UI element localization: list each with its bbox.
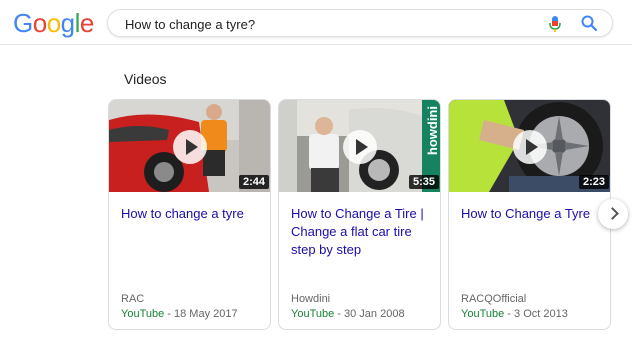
videos-section-title: Videos xyxy=(124,71,167,87)
search-icon[interactable] xyxy=(580,14,598,32)
video-channel: RAC xyxy=(121,293,145,305)
chevron-right-icon[interactable] xyxy=(598,199,628,229)
video-meta: YouTube - 3 Oct 2013 xyxy=(461,308,568,320)
play-icon[interactable] xyxy=(173,130,207,164)
video-meta: YouTube - 30 Jan 2008 xyxy=(291,308,405,320)
logo-letter: o xyxy=(46,8,61,38)
video-title-link[interactable]: How to Change a Tire | Change a flat car… xyxy=(291,205,433,259)
watermark-text: howdini xyxy=(425,106,440,156)
search-box xyxy=(107,9,613,37)
logo-letter: o xyxy=(32,8,47,38)
video-duration: 5:35 xyxy=(408,175,439,189)
video-source: YouTube xyxy=(291,308,335,320)
video-card[interactable]: 2:23 How to Change a Tyre RACQOfficial Y… xyxy=(448,99,611,330)
video-title-link[interactable]: How to Change a Tyre xyxy=(461,205,603,223)
video-date: 30 Jan 2008 xyxy=(344,308,405,320)
video-duration: 2:44 xyxy=(238,175,269,189)
video-date: 18 May 2017 xyxy=(174,308,238,320)
logo-letter: e xyxy=(79,8,94,38)
video-thumbnail[interactable]: 2:44 xyxy=(109,100,270,192)
mic-icon[interactable] xyxy=(548,15,562,33)
video-source: YouTube xyxy=(461,308,505,320)
play-icon[interactable] xyxy=(343,130,377,164)
logo-letter: g xyxy=(60,8,75,38)
video-card[interactable]: 2:44 How to change a tyre RAC YouTube - … xyxy=(108,99,271,330)
video-title-link[interactable]: How to change a tyre xyxy=(121,205,263,223)
logo-letter: G xyxy=(13,8,33,38)
video-source: YouTube xyxy=(121,308,165,320)
video-channel: Howdini xyxy=(291,293,331,305)
play-icon[interactable] xyxy=(513,130,547,164)
video-duration: 2:23 xyxy=(578,175,609,189)
search-input[interactable] xyxy=(125,15,505,33)
search-header: Google xyxy=(0,0,632,45)
video-channel: RACQOfficial xyxy=(461,293,527,305)
google-logo[interactable]: Google xyxy=(13,8,94,38)
video-thumbnail[interactable]: 2:23 xyxy=(449,100,610,192)
video-card[interactable]: howdini 5:35 How to Change a Tire | Chan… xyxy=(278,99,441,330)
video-date: 3 Oct 2013 xyxy=(514,308,568,320)
video-meta: YouTube - 18 May 2017 xyxy=(121,308,238,320)
video-thumbnail[interactable]: howdini 5:35 xyxy=(279,100,440,192)
